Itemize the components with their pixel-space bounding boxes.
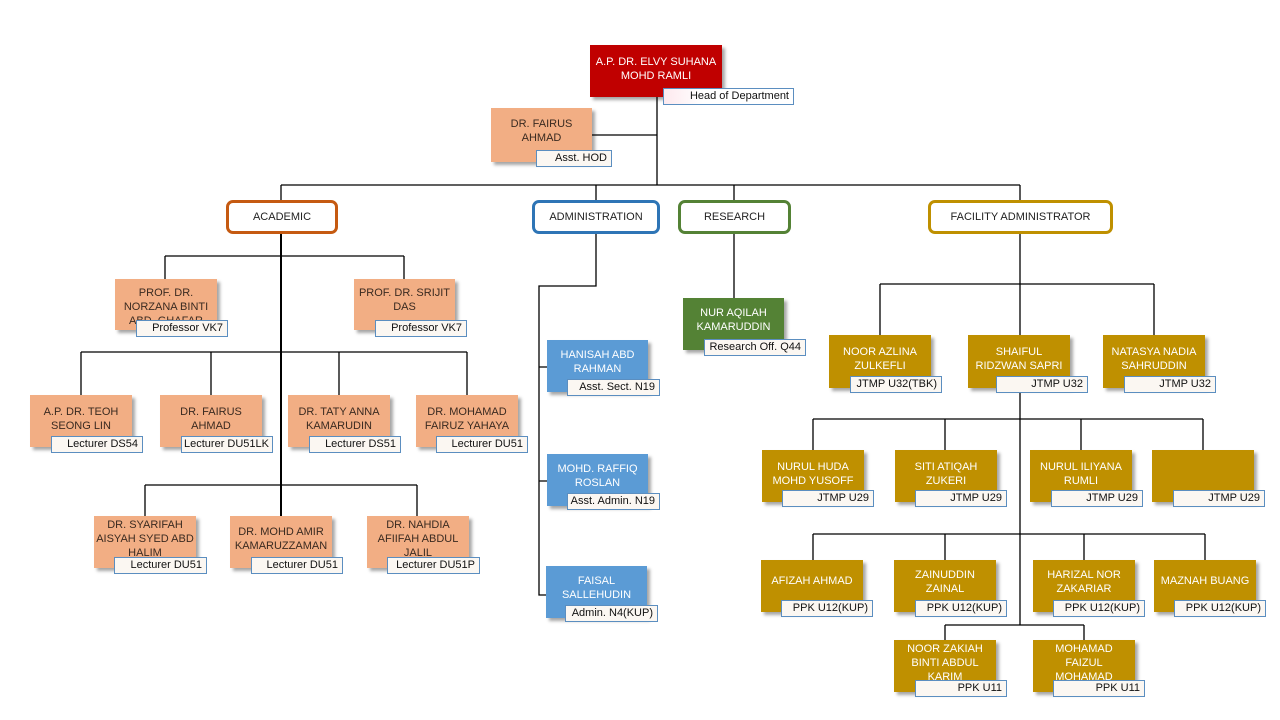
dept-label: ADMINISTRATION xyxy=(549,211,643,223)
node-name: DR. MOHAMAD FAIRUZ YAHAYA xyxy=(424,406,510,432)
title-tag: JTMP U32(TBK) xyxy=(850,376,942,393)
title-tag: Head of Department xyxy=(663,88,794,105)
title-tag: PPK U12(KUP) xyxy=(1053,600,1145,617)
connector-fac3-bar xyxy=(812,533,1206,560)
title-tag: JTMP U29 xyxy=(915,490,1007,507)
node-name: FAISAL SALLEHUDIN xyxy=(561,575,632,601)
title-tag: PPK U12(KUP) xyxy=(1174,600,1266,617)
node-name: DR. FAIRUS AHMAD xyxy=(510,118,573,144)
title-tag: PPK U12(KUP) xyxy=(781,600,873,617)
title-tag: PPK U12(KUP) xyxy=(915,600,1007,617)
node-name: A.P. DR. TEOH SEONG LIN xyxy=(43,406,119,432)
connector-fac4-bar xyxy=(944,624,1085,640)
node-name: MAZNAH BUANG xyxy=(1160,575,1250,587)
connector-lect1-bar xyxy=(80,351,468,395)
title-tag: JTMP U29 xyxy=(782,490,874,507)
title-tag: Lecturer DU51 xyxy=(114,557,207,574)
dept-label: FACILITY ADMINISTRATOR xyxy=(950,211,1091,223)
node-name: NURUL HUDA MOHD YUSOFF xyxy=(772,461,854,487)
connector-fac2-bar xyxy=(812,418,1204,450)
dept-label: RESEARCH xyxy=(703,211,766,223)
node-name: SITI ATIQAH ZUKERI xyxy=(914,461,978,487)
node-name: NURUL ILIYANA RUMLI xyxy=(1040,461,1122,487)
title-tag: Admin. N4(KUP) xyxy=(565,605,658,622)
node-name: DR. FAIRUS AHMAD xyxy=(180,406,242,432)
node-name: DR. SYARIFAH AISYAH SYED ABD HALIM xyxy=(96,519,194,559)
title-tag: Lecturer DS54 xyxy=(51,436,143,453)
title-tag: JTMP U29 xyxy=(1173,490,1265,507)
node-name: MOHAMAD FAIZUL MOHAMAD xyxy=(1055,643,1113,683)
node-name: MOHD. RAFFIQ ROSLAN xyxy=(557,463,638,489)
title-tag: Asst. Admin. N19 xyxy=(567,493,660,510)
node-name: DR. MOHD AMIR KAMARUZZAMAN xyxy=(234,526,328,552)
dept-label: ACADEMIC xyxy=(252,211,312,223)
node-name: NATASYA NADIA SAHRUDDIN xyxy=(1111,346,1197,372)
title-tag: Lecturer DS51 xyxy=(309,436,401,453)
connector-admin-trunk xyxy=(538,233,597,596)
connector-prof-bar xyxy=(164,255,405,279)
title-tag: PPK U11 xyxy=(915,680,1007,697)
title-tag: Research Off. Q44 xyxy=(704,339,806,356)
node-name: DR. TATY ANNA KAMARUDIN xyxy=(298,406,380,432)
dept-research[interactable]: RESEARCH xyxy=(678,200,791,234)
dept-academic[interactable]: ACADEMIC xyxy=(226,200,338,234)
node-name: SHAIFUL RIDZWAN SAPRI xyxy=(975,346,1063,372)
title-tag: Asst. HOD xyxy=(536,150,612,167)
node-name: NOOR ZAKIAH BINTI ABDUL KARIM xyxy=(907,643,983,683)
title-tag: PPK U11 xyxy=(1053,680,1145,697)
title-tag: Asst. Sect. N19 xyxy=(567,379,660,396)
title-tag: Professor VK7 xyxy=(375,320,467,337)
title-tag: JTMP U32 xyxy=(1124,376,1216,393)
title-tag: JTMP U32 xyxy=(996,376,1088,393)
connector-fac1-bar xyxy=(879,283,1155,335)
node-name: HANISAH ABD RAHMAN xyxy=(560,349,635,375)
title-tag: Lecturer DU51 xyxy=(436,436,528,453)
title-tag: Lecturer DU51LK xyxy=(181,436,273,453)
title-tag: Lecturer DU51P xyxy=(387,557,480,574)
node-name: PROF. DR. SRIJIT DAS xyxy=(358,287,451,313)
dept-administration[interactable]: ADMINISTRATION xyxy=(532,200,660,234)
title-tag: JTMP U29 xyxy=(1051,490,1143,507)
node-name: HARIZAL NOR ZAKARIAR xyxy=(1047,569,1121,595)
node-name: A.P. DR. ELVY SUHANA MOHD RAMLI xyxy=(595,56,717,82)
title-tag: Professor VK7 xyxy=(136,320,228,337)
node-name: NOOR AZLINA ZULKEFLI xyxy=(843,346,917,372)
node-name: DR. NAHDIA AFIIFAH ABDUL JALIL xyxy=(377,519,459,559)
node-name: ZAINUDDIN ZAINAL xyxy=(915,569,975,595)
connector-lect2-bar xyxy=(144,484,418,516)
node-name: NUR AQILAH KAMARUDDIN xyxy=(696,307,771,333)
title-tag: Lecturer DU51 xyxy=(251,557,343,574)
node-name: AFIZAH AHMAD xyxy=(771,575,853,587)
dept-facility-administrator[interactable]: FACILITY ADMINISTRATOR xyxy=(928,200,1113,234)
